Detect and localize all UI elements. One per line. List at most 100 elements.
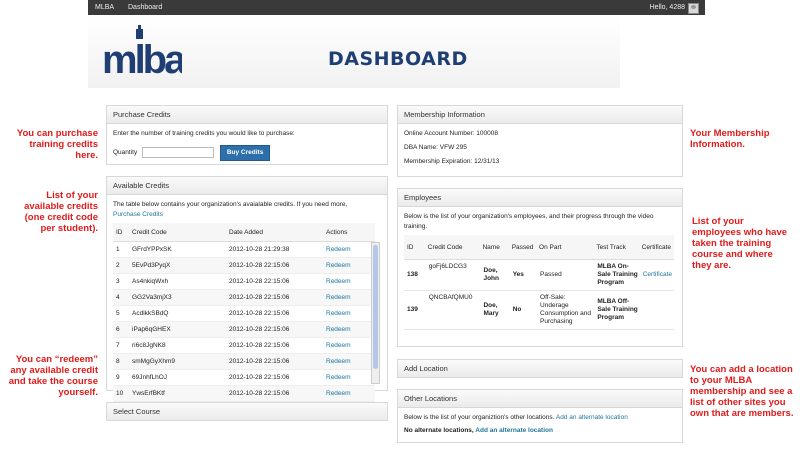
- redeem-link[interactable]: Redeem: [325, 305, 375, 322]
- employee-row: 138 goFj6LDCG3 Doe, John Yes Passed MLBA On-S…: [404, 259, 674, 291]
- redeem-link[interactable]: Redeem: [325, 257, 375, 274]
- redeem-link[interactable]: Redeem: [325, 321, 375, 338]
- credit-code: GFrdYPPxSK: [131, 241, 228, 258]
- redeem-link[interactable]: Redeem: [325, 273, 375, 290]
- redeem-link[interactable]: Redeem: [325, 385, 375, 402]
- select-course-title[interactable]: Select Course: [107, 403, 387, 420]
- credits-table: ID Credit Code Date Added Actions 1 GFrdY…: [113, 223, 375, 402]
- credit-code: ri6c8JgNK8: [131, 337, 228, 354]
- redeem-link[interactable]: Redeem: [325, 353, 375, 370]
- credit-id: 9: [113, 369, 131, 386]
- col-header-actions: Actions: [325, 223, 375, 242]
- user-avatar-icon[interactable]: [688, 3, 699, 14]
- employee-row: 139 QNCBAfQMU0 Doe, Mary No Off-Sale: Undera…: [404, 290, 674, 330]
- credit-code: 69JnhfLhOJ: [131, 369, 228, 386]
- credit-code: As4nkiqWxh: [131, 273, 228, 290]
- note-membership: Your Membership Information.: [690, 128, 770, 150]
- employee-id: 138: [404, 259, 427, 291]
- emp-col-id: ID: [404, 235, 427, 260]
- employee-credit-code: goFj6LDCG3: [426, 259, 482, 291]
- emp-col-credit-code: Credit Code: [426, 235, 482, 260]
- purchase-credits-link[interactable]: Purchase Credits: [113, 211, 163, 218]
- credit-row: 5 AcdlkkSBdQ 2012-10-28 22:15:06 Redeem: [113, 305, 375, 322]
- admin-top-bar: MLBA Dashboard Hello, 4288: [88, 0, 705, 15]
- add-location-title[interactable]: Add Location: [398, 360, 682, 377]
- note-employees: List of your employees who have taken th…: [692, 216, 788, 271]
- credit-id: 6: [113, 321, 131, 338]
- mlba-logo: mlba: [102, 25, 182, 81]
- svg-text:mlba: mlba: [102, 38, 182, 81]
- note-purchase: You can purchase training credits here.: [16, 128, 98, 161]
- note-redeem: You can “redeem” any available credit an…: [8, 354, 98, 398]
- other-locations-title: Other Locations: [398, 390, 682, 408]
- employee-id: 139: [404, 290, 427, 330]
- employee-passed: Yes: [510, 259, 539, 291]
- credit-row: 2 5EvPd3PyqX 2012-10-28 22:15:06 Redeem: [113, 257, 375, 274]
- available-credits-intro: The table below contains your organizati…: [113, 201, 348, 208]
- credit-row: 6 iPap6qGHEX 2012-10-28 22:15:06 Redeem: [113, 321, 375, 338]
- credit-date-added: 2012-10-28 22:15:06: [228, 305, 325, 322]
- note-location: You can add a location to your MLBA memb…: [690, 364, 794, 419]
- credit-id: 8: [113, 353, 131, 370]
- credit-id: 2: [113, 257, 131, 274]
- user-greeting[interactable]: Hello, 4288: [650, 4, 685, 11]
- add-location-panel[interactable]: Add Location: [397, 359, 683, 378]
- credit-code: iPap6qGHEX: [131, 321, 228, 338]
- quantity-label: Quantity: [113, 149, 138, 156]
- employee-name: Doe, Mary: [481, 290, 511, 330]
- credit-date-added: 2012-10-28 22:15:06: [228, 337, 325, 354]
- credit-id: 4: [113, 289, 131, 306]
- membership-expiration: Membership Expiration: 12/31/13: [404, 158, 500, 165]
- credit-date-added: 2012-10-28 22:15:06: [228, 369, 325, 386]
- redeem-link[interactable]: Redeem: [325, 337, 375, 354]
- note-available-credits: List of your available credits (one cred…: [24, 190, 98, 234]
- credit-code: YwsErfBKtf: [131, 385, 228, 402]
- credit-code: AcdlkkSBdQ: [131, 305, 228, 322]
- employee-test-track: MLBA On-Sale Training Program: [595, 259, 641, 291]
- site-name-link[interactable]: MLBA: [95, 4, 114, 11]
- add-alternate-location-link[interactable]: Add an alternate location: [556, 414, 628, 421]
- certificate-link[interactable]: [640, 290, 674, 330]
- redeem-link[interactable]: Redeem: [325, 241, 375, 258]
- emp-col-name: Name: [481, 235, 511, 260]
- credit-id: 10: [113, 385, 131, 402]
- page-title: DASHBOARD: [328, 48, 468, 70]
- other-locations-intro: Below is the list of your organiztion's …: [404, 414, 555, 421]
- add-alternate-location-link-2[interactable]: Add an alternate location: [475, 427, 553, 434]
- purchase-credits-panel: Purchase Credits Enter the number of tra…: [106, 105, 388, 165]
- col-header-id: ID: [113, 223, 131, 242]
- redeem-link[interactable]: Redeem: [325, 289, 375, 306]
- emp-col-on-part: On Part: [538, 235, 596, 260]
- credit-date-added: 2012-10-28 22:15:06: [228, 257, 325, 274]
- redeem-link[interactable]: Redeem: [325, 369, 375, 386]
- credit-row: 1 GFrdYPPxSK 2012-10-28 21:29:38 Redeem: [113, 241, 375, 258]
- credit-date-added: 2012-10-28 22:15:06: [228, 353, 325, 370]
- quantity-input[interactable]: [142, 146, 215, 158]
- purchase-credits-title: Purchase Credits: [107, 106, 387, 124]
- membership-panel: Membership Information Online Account Nu…: [397, 105, 683, 177]
- no-locations-text: No alternate locations,: [404, 427, 474, 434]
- employee-on-part: Off-Sale: Underage Consumption and Purch…: [538, 290, 596, 330]
- scrollbar-thumb[interactable]: [373, 245, 378, 369]
- purchase-instruction: Enter the number of training credits you…: [113, 130, 295, 137]
- select-course-panel[interactable]: Select Course: [106, 402, 388, 421]
- credit-id: 1: [113, 241, 131, 258]
- employee-credit-code: QNCBAfQMU0: [426, 290, 482, 330]
- credits-scrollbar[interactable]: [371, 242, 380, 384]
- employees-title: Employees: [398, 189, 682, 207]
- certificate-link[interactable]: Certificate: [640, 259, 674, 291]
- credit-date-added: 2012-10-28 22:15:06: [228, 289, 325, 306]
- employee-on-part: Passed: [538, 259, 596, 291]
- dashboard-nav-link[interactable]: Dashboard: [128, 4, 162, 11]
- employees-intro: Below is the list of your organization's…: [404, 213, 654, 230]
- credit-row: 7 ri6c8JgNK8 2012-10-28 22:15:06 Redeem: [113, 337, 375, 354]
- employees-table: ID Credit Code Name Passed On Part Test …: [404, 235, 674, 330]
- membership-title: Membership Information: [398, 106, 682, 124]
- credit-id: 5: [113, 305, 131, 322]
- available-credits-panel: Available Credits The table below contai…: [106, 176, 388, 402]
- credit-row: 4 GG2Va3mjX3 2012-10-28 22:15:06 Redeem: [113, 289, 375, 306]
- credit-code: GG2Va3mjX3: [131, 289, 228, 306]
- employees-panel: Employees Below is the list of your orga…: [397, 188, 683, 347]
- buy-credits-button[interactable]: Buy Credits: [219, 145, 271, 161]
- credit-id: 7: [113, 337, 131, 354]
